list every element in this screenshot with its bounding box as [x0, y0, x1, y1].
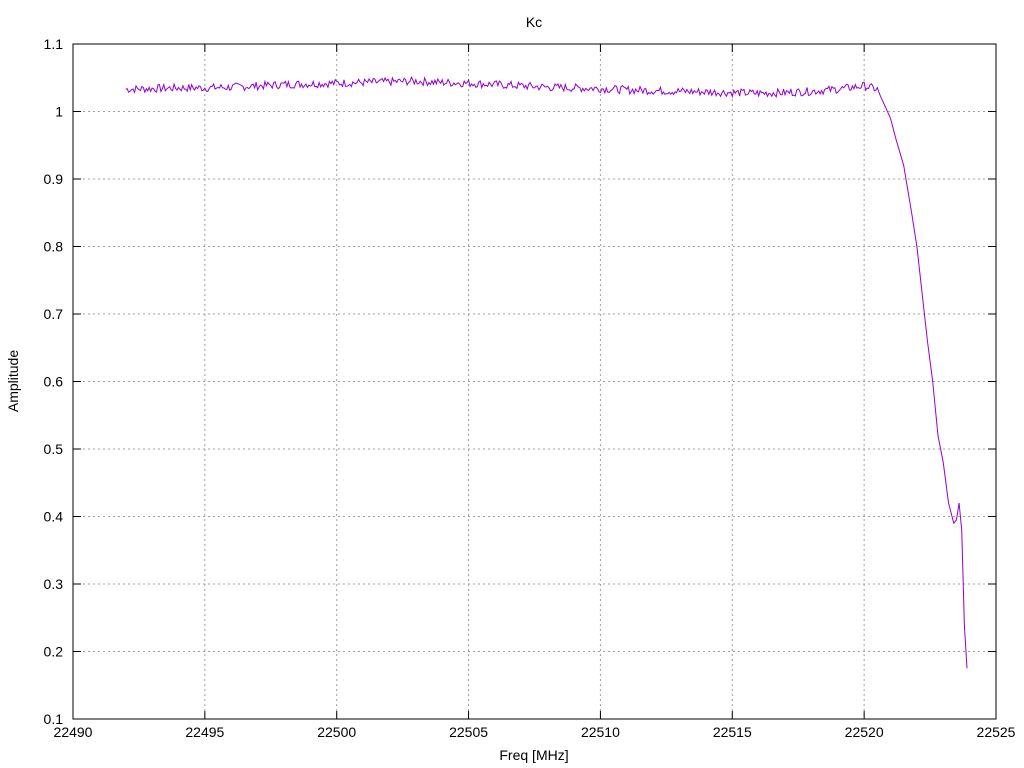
x-tick-label: 22515	[713, 724, 752, 740]
grid-lines	[73, 44, 996, 719]
x-tick-label: 22505	[449, 724, 488, 740]
y-tick-label: 1.1	[44, 36, 64, 52]
line-chart: 22490 22495 22500 22505 22510 22515 22520 22525…	[5, 14, 1016, 763]
y-axis-label: Amplitude	[5, 350, 21, 412]
y-tick-label: 0.1	[44, 711, 64, 727]
y-tick-label: 0.3	[44, 576, 64, 592]
x-tick-label: 22520	[845, 724, 884, 740]
y-tick-label: 0.5	[44, 441, 64, 457]
y-tick-labels: 0.1 0.2 0.3 0.4 0.5 0.6 0.7 0.8 0.9 1 1.1	[44, 36, 64, 727]
chart-title: Kc	[526, 14, 542, 30]
y-tick-label: 0.6	[44, 374, 64, 390]
x-tick-labels: 22490 22495 22500 22505 22510 22515 22520 22525	[54, 724, 1016, 740]
series-line	[125, 76, 968, 669]
y-tick-label: 0.2	[44, 644, 64, 660]
x-tick-label: 22495	[185, 724, 224, 740]
y-tick-label: 0.7	[44, 306, 64, 322]
x-axis-label: Freq [MHz]	[499, 747, 568, 763]
x-tick-label: 22500	[317, 724, 356, 740]
y-tick-label: 0.8	[44, 239, 64, 255]
y-tick-label: 0.4	[44, 509, 64, 525]
y-tick-label: 1	[55, 104, 63, 120]
x-tick-label: 22525	[977, 724, 1016, 740]
x-tick-label: 22510	[581, 724, 620, 740]
y-tick-label: 0.9	[44, 171, 64, 187]
